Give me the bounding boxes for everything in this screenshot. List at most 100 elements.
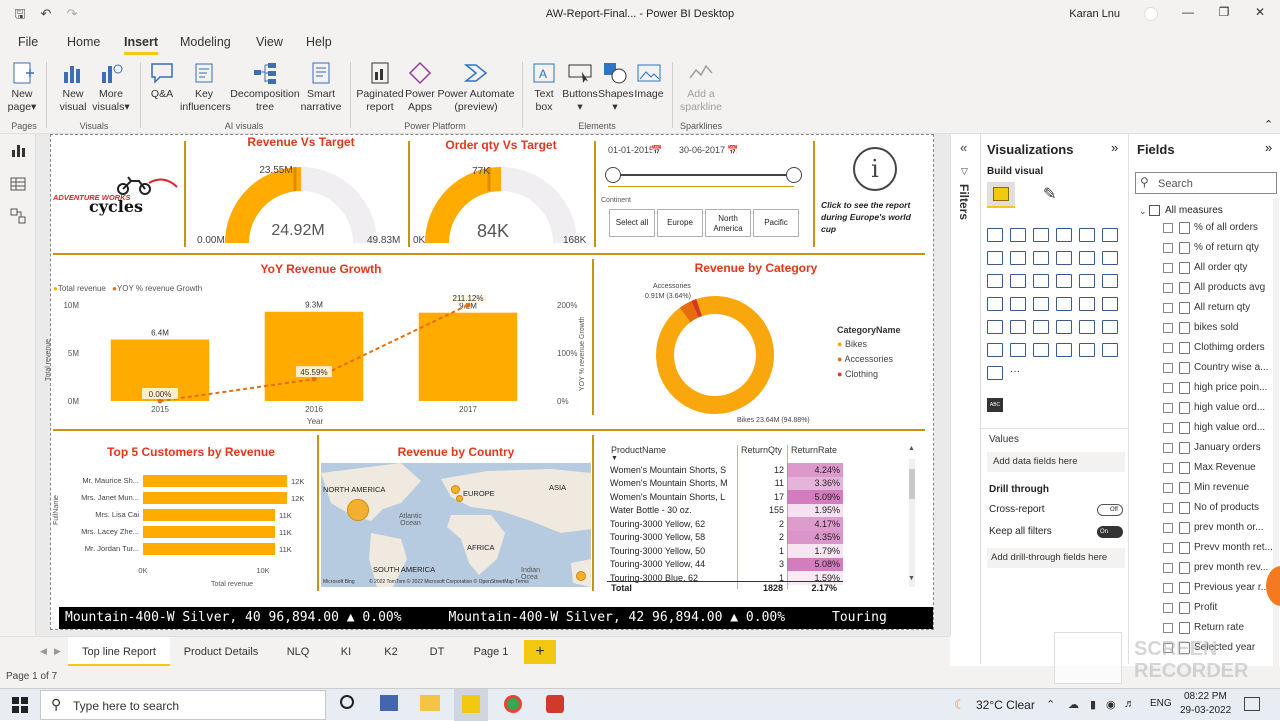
table-row[interactable]: Touring-3000 Yellow, 50 1 1.79% <box>607 544 843 558</box>
scroll-up-icon[interactable]: ▲ <box>908 445 915 452</box>
map-bubble[interactable] <box>456 495 463 502</box>
area-visual-icon[interactable] <box>1010 251 1026 265</box>
country-map[interactable]: NORTH AMERICA EUROPE ASIA Atlantic Ocean… <box>321 463 591 587</box>
field-checkbox[interactable] <box>1163 603 1173 613</box>
map-bubble[interactable] <box>451 485 460 494</box>
buttons-button[interactable]: Buttons ▾ <box>560 60 600 114</box>
power-automate-visual-icon[interactable] <box>1102 343 1118 357</box>
continent-north-america[interactable]: North America <box>705 209 751 237</box>
page-tab[interactable]: NLQ <box>274 637 322 667</box>
power-bi-icon[interactable] <box>462 695 480 713</box>
prev-page-icon[interactable]: ◀ <box>40 646 47 657</box>
scatter-visual-icon[interactable] <box>1033 274 1049 288</box>
tab-help[interactable]: Help <box>306 35 332 49</box>
weather-icon[interactable]: ☾ <box>954 697 966 713</box>
onedrive-icon[interactable]: ☁ <box>1068 698 1079 711</box>
image-button[interactable]: Image <box>632 60 666 101</box>
clustered-column-visual-icon[interactable] <box>1056 228 1072 242</box>
recorder-app-icon[interactable] <box>546 695 564 713</box>
legend-item[interactable]: ● Clothing <box>837 369 893 379</box>
map-bubble[interactable] <box>347 499 369 521</box>
field-checkbox[interactable] <box>1163 543 1173 553</box>
filters-pane[interactable]: « ▽ Filters <box>950 134 980 636</box>
continent-europe[interactable]: Europe <box>657 209 703 237</box>
field-checkbox[interactable] <box>1163 223 1173 233</box>
field-checkbox[interactable] <box>1163 523 1173 533</box>
keep-filters-toggle[interactable]: On <box>1097 526 1123 538</box>
collapse-ribbon-icon[interactable]: ⌃ <box>1264 118 1273 131</box>
field-checkbox[interactable] <box>1163 503 1173 513</box>
tab-modeling[interactable]: Modeling <box>180 35 231 49</box>
gauge-visual-icon[interactable] <box>1033 297 1049 311</box>
table-row[interactable]: Women's Mountain Shorts, S 12 4.24% <box>607 463 843 477</box>
info-icon[interactable]: i <box>853 147 897 191</box>
tab-insert[interactable]: Insert <box>124 35 159 55</box>
stacked-column-visual-icon[interactable] <box>1010 228 1026 242</box>
tab-home[interactable]: Home <box>67 35 100 49</box>
wifi-icon[interactable]: ◉ <box>1106 698 1116 711</box>
legend-item[interactable]: ● Bikes <box>837 339 893 349</box>
volume-icon[interactable]: ♬ <box>1124 698 1135 710</box>
line-column-visual-icon[interactable] <box>1056 251 1072 265</box>
100-bar-visual-icon[interactable] <box>1079 228 1095 242</box>
power-automate-button[interactable]: Power Automate (preview) <box>436 60 516 114</box>
clock-date[interactable]: 29-03-2022 <box>1180 705 1231 716</box>
cortana-icon[interactable] <box>340 695 354 709</box>
power-automate-2-visual-icon[interactable] <box>987 366 1003 380</box>
scroll-down-icon[interactable]: ▼ <box>908 575 915 582</box>
power-apps-visual-icon[interactable] <box>1079 343 1095 357</box>
r-script-visual-icon[interactable] <box>1056 320 1072 334</box>
filled-map-visual-icon[interactable] <box>1010 297 1026 311</box>
info-text[interactable]: Click to see the report during Europe's … <box>821 199 925 235</box>
continent-select-all[interactable]: Select all <box>609 209 655 237</box>
build-visual-tab[interactable] <box>987 182 1015 208</box>
matrix-visual-icon[interactable] <box>1033 320 1049 334</box>
paginated-visual-icon[interactable] <box>1056 343 1072 357</box>
sort-icon[interactable]: ▼ <box>611 455 618 462</box>
restore-icon[interactable]: ❐ <box>1214 5 1234 23</box>
field-checkbox[interactable] <box>1163 423 1173 433</box>
language-indicator[interactable]: ENG <box>1150 698 1172 709</box>
more-visual-icon[interactable]: ··· <box>1010 366 1026 380</box>
slicer-visual-icon[interactable] <box>987 320 1003 334</box>
user-name[interactable]: Karan Lnu <box>1069 8 1120 20</box>
field-checkbox[interactable] <box>1163 323 1173 333</box>
tab-view[interactable]: View <box>256 35 283 49</box>
pie-visual-icon[interactable] <box>1056 274 1072 288</box>
table-scrollbar[interactable] <box>909 459 915 587</box>
table-row[interactable]: Touring-3000 Yellow, 62 2 4.17% <box>607 517 843 531</box>
kpi-visual-icon[interactable] <box>1102 297 1118 311</box>
search-input[interactable]: Search <box>1158 178 1193 190</box>
table-row[interactable]: Water Bottle - 30 oz. 155 1.95% <box>607 503 843 517</box>
field-checkbox[interactable] <box>1163 243 1173 253</box>
next-page-icon[interactable]: ▶ <box>54 646 61 657</box>
100-column-visual-icon[interactable] <box>1102 228 1118 242</box>
windows-start-icon[interactable] <box>12 697 28 713</box>
qa-button[interactable]: Q&A <box>144 60 180 101</box>
custom-visual-icon[interactable]: ABC <box>987 398 1003 412</box>
table-row[interactable]: Touring-3000 Yellow, 58 2 4.35% <box>607 530 843 544</box>
page-tab[interactable]: Product Details <box>172 637 270 667</box>
expand-filters-icon[interactable]: « <box>960 140 967 155</box>
stacked-area-visual-icon[interactable] <box>1033 251 1049 265</box>
date-slider-start-handle[interactable] <box>605 167 621 183</box>
ribbon-visual-icon[interactable] <box>1102 251 1118 265</box>
fields-search[interactable]: ⚲ Search <box>1135 172 1277 194</box>
measures-group-label[interactable]: All measures <box>1165 205 1223 216</box>
format-visual-icon[interactable]: ✎ <box>1043 184 1056 204</box>
minimize-icon[interactable]: — <box>1178 5 1198 23</box>
field-checkbox[interactable] <box>1163 443 1173 453</box>
continent-pacific[interactable]: Pacific <box>753 209 799 237</box>
python-visual-icon[interactable] <box>1079 320 1095 334</box>
field-checkbox[interactable] <box>1163 483 1173 493</box>
filters-label[interactable]: Filters <box>957 184 971 220</box>
weather-text[interactable]: 32°C Clear <box>976 698 1035 712</box>
col-header-returnqty[interactable]: ReturnQty <box>741 445 782 455</box>
smart-narrative-button[interactable]: Smart narrative <box>298 60 344 114</box>
data-view-icon[interactable] <box>10 176 26 192</box>
scrollbar-thumb[interactable] <box>909 469 915 499</box>
page-tab[interactable]: KI <box>326 637 366 667</box>
close-icon[interactable]: ✕ <box>1250 5 1270 23</box>
legend-item[interactable]: ● Accessories <box>837 354 893 364</box>
new-page-button[interactable]: New page▾ <box>4 60 40 114</box>
